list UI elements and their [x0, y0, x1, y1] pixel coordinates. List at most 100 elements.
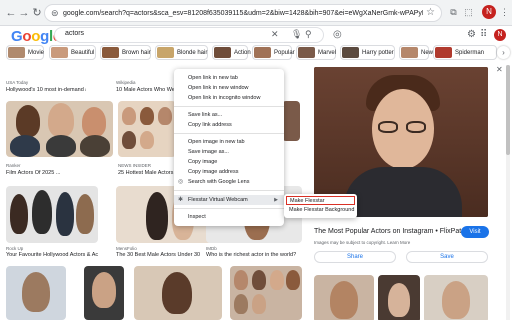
- menu-dots-icon[interactable]: ⋮: [498, 6, 511, 19]
- result-12[interactable]: [230, 266, 302, 320]
- result-4[interactable]: NEWS INSIDER 25 Hottest Male Actors ...: [118, 101, 176, 179]
- context-menu: Open link in new tab Open link in new wi…: [174, 69, 284, 226]
- result-3[interactable]: Ranker Film Actors Of 2025 ...: [6, 101, 113, 179]
- result-caption[interactable]: 10 Male Actors Who Were ...: [116, 87, 174, 94]
- scrollbar[interactable]: [506, 65, 510, 320]
- result-10[interactable]: [84, 266, 124, 320]
- bookmark-star-icon[interactable]: ☆: [426, 7, 435, 18]
- chip-thumbnail: [401, 47, 418, 58]
- menu-make-flexstar[interactable]: Make Flexstar: [286, 196, 355, 205]
- result-caption[interactable]: The 30 Best Male Actors Under 30: [116, 252, 212, 259]
- extension-icon[interactable]: ⧉: [447, 6, 460, 19]
- menu-open-link-new-window[interactable]: Open link in new window: [174, 83, 284, 93]
- result-6[interactable]: Rock Up Your Favourite Hollywood Actors …: [6, 186, 98, 258]
- settings-gear-icon[interactable]: ⚙: [467, 29, 476, 40]
- chip-brown-hair[interactable]: Brown hair: [100, 45, 151, 60]
- menu-item-label: Open image in new tab: [188, 139, 245, 145]
- result-11[interactable]: [134, 266, 222, 320]
- chip-thumbnail: [8, 47, 25, 58]
- chip-label: Beautiful: [71, 50, 95, 56]
- chip-new[interactable]: New: [399, 45, 433, 60]
- result-caption[interactable]: Your Favourite Hollywood Actors & Actres…: [6, 252, 98, 259]
- reload-icon[interactable]: ↻: [30, 6, 44, 20]
- apps-grid-icon[interactable]: ⠿: [480, 29, 487, 40]
- menu-save-image-as[interactable]: Save image as...: [174, 147, 284, 157]
- browser-toolbar: ← → ↻ ⊜ google.com/search?q=actors&sca_e…: [0, 0, 512, 26]
- chip-popular[interactable]: Popular: [252, 45, 295, 60]
- menu-open-link-incognito[interactable]: Open link in incognito window: [174, 93, 284, 103]
- visit-button[interactable]: Visit: [461, 226, 489, 238]
- menu-item-label: Flexstar Virtual Webcam: [188, 197, 248, 203]
- chip-spiderman[interactable]: Spiderman: [433, 45, 497, 60]
- search-query[interactable]: actors: [65, 30, 84, 37]
- result-image[interactable]: [6, 101, 113, 157]
- related-image[interactable]: [424, 275, 488, 320]
- result-caption[interactable]: Film Actors Of 2025 ...: [6, 170, 113, 177]
- scrollbar-thumb[interactable]: [506, 65, 510, 155]
- chip-blonde-hair[interactable]: Blonde hair: [155, 45, 208, 60]
- chip-label: Harry potter: [362, 50, 394, 56]
- menu-flexstar-virtual-webcam[interactable]: ✱ Flexstar Virtual Webcam ▶: [174, 195, 284, 205]
- result-image[interactable]: [6, 186, 98, 243]
- menu-copy-link-address[interactable]: Copy link address: [174, 120, 284, 130]
- menu-copy-image-address[interactable]: Copy image address: [174, 167, 284, 177]
- menu-save-link-as[interactable]: Save link as...: [174, 110, 284, 120]
- address-bar-url[interactable]: google.com/search?q=actors&sca_esv=81208…: [63, 8, 423, 19]
- menu-inspect[interactable]: Inspect: [174, 212, 284, 222]
- submenu-arrow-icon: ▶: [274, 197, 278, 203]
- chip-harry-potter[interactable]: Harry potter: [340, 45, 395, 60]
- result-image[interactable]: [6, 266, 66, 320]
- menu-search-google-lens[interactable]: ◎ Search with Google Lens: [174, 177, 284, 187]
- close-panel-icon[interactable]: ✕: [496, 65, 503, 74]
- result-source: Ranker: [6, 163, 21, 168]
- chip-thumbnail: [157, 47, 174, 58]
- share-button[interactable]: Share: [314, 251, 396, 263]
- chip-movie[interactable]: Movie: [6, 45, 44, 60]
- menu-make-flexstar-background[interactable]: Make Flexstar Background: [286, 206, 355, 215]
- microphone-icon[interactable]: 🎙: [291, 29, 302, 40]
- result-caption[interactable]: Who is the richest actor in the world?: [206, 252, 302, 259]
- chip-label: Movie: [28, 50, 45, 56]
- chip-marvel[interactable]: Marvel: [296, 45, 336, 60]
- result-caption[interactable]: Hollywood's 10 most in-demand actors: [6, 87, 86, 94]
- copyright-note: Images may be subject to copyright. Lear…: [314, 240, 411, 245]
- chip-thumbnail: [435, 47, 452, 58]
- menu-divider: [174, 106, 284, 107]
- save-button[interactable]: Save: [406, 251, 488, 263]
- chips-next-icon[interactable]: ›: [497, 46, 510, 59]
- chip-beautiful[interactable]: Beautiful: [49, 45, 96, 60]
- search-icon[interactable]: ⚲: [305, 29, 312, 40]
- lens-icon[interactable]: ◎: [333, 29, 342, 40]
- clear-icon[interactable]: ✕: [271, 29, 279, 40]
- menu-divider: [174, 208, 284, 209]
- submenu-item-label: Make Flexstar: [290, 198, 325, 204]
- result-9[interactable]: [6, 266, 66, 320]
- filter-chips: Movie Beautiful Brown hair Blonde hair A…: [6, 45, 512, 61]
- result-caption[interactable]: 25 Hottest Male Actors ...: [118, 170, 176, 177]
- result-5[interactable]: [282, 101, 302, 141]
- back-icon[interactable]: ←: [4, 6, 18, 20]
- forward-icon[interactable]: →: [17, 6, 31, 20]
- account-avatar[interactable]: N: [494, 29, 506, 41]
- related-image[interactable]: [378, 275, 420, 320]
- result-image[interactable]: [134, 266, 222, 320]
- result-image[interactable]: [282, 101, 300, 141]
- result-source: USA Today: [6, 80, 29, 85]
- result-image[interactable]: [118, 101, 176, 157]
- result-image[interactable]: [84, 266, 124, 320]
- menu-open-link-new-tab[interactable]: Open link in new tab: [174, 73, 284, 83]
- result-image[interactable]: [230, 266, 302, 320]
- menu-divider: [174, 133, 284, 134]
- chip-action[interactable]: Action: [212, 45, 251, 60]
- address-bar[interactable]: ⊜ google.com/search?q=actors&sca_esv=812…: [44, 4, 442, 22]
- menu-open-image-new-tab[interactable]: Open image in new tab: [174, 137, 284, 147]
- menu-copy-image[interactable]: Copy image: [174, 157, 284, 167]
- preview-title[interactable]: The Most Popular Actors on Instagram • F…: [314, 227, 469, 236]
- puzzle-icon[interactable]: ⬚: [462, 6, 475, 19]
- browser-profile-avatar[interactable]: N: [482, 5, 496, 19]
- chip-label: Marvel: [318, 50, 337, 56]
- chip-thumbnail: [214, 47, 231, 58]
- site-info-icon[interactable]: ⊜: [51, 8, 59, 19]
- search-input[interactable]: actors ✕ 🎙 ⚲: [54, 27, 324, 43]
- related-image[interactable]: [314, 275, 374, 320]
